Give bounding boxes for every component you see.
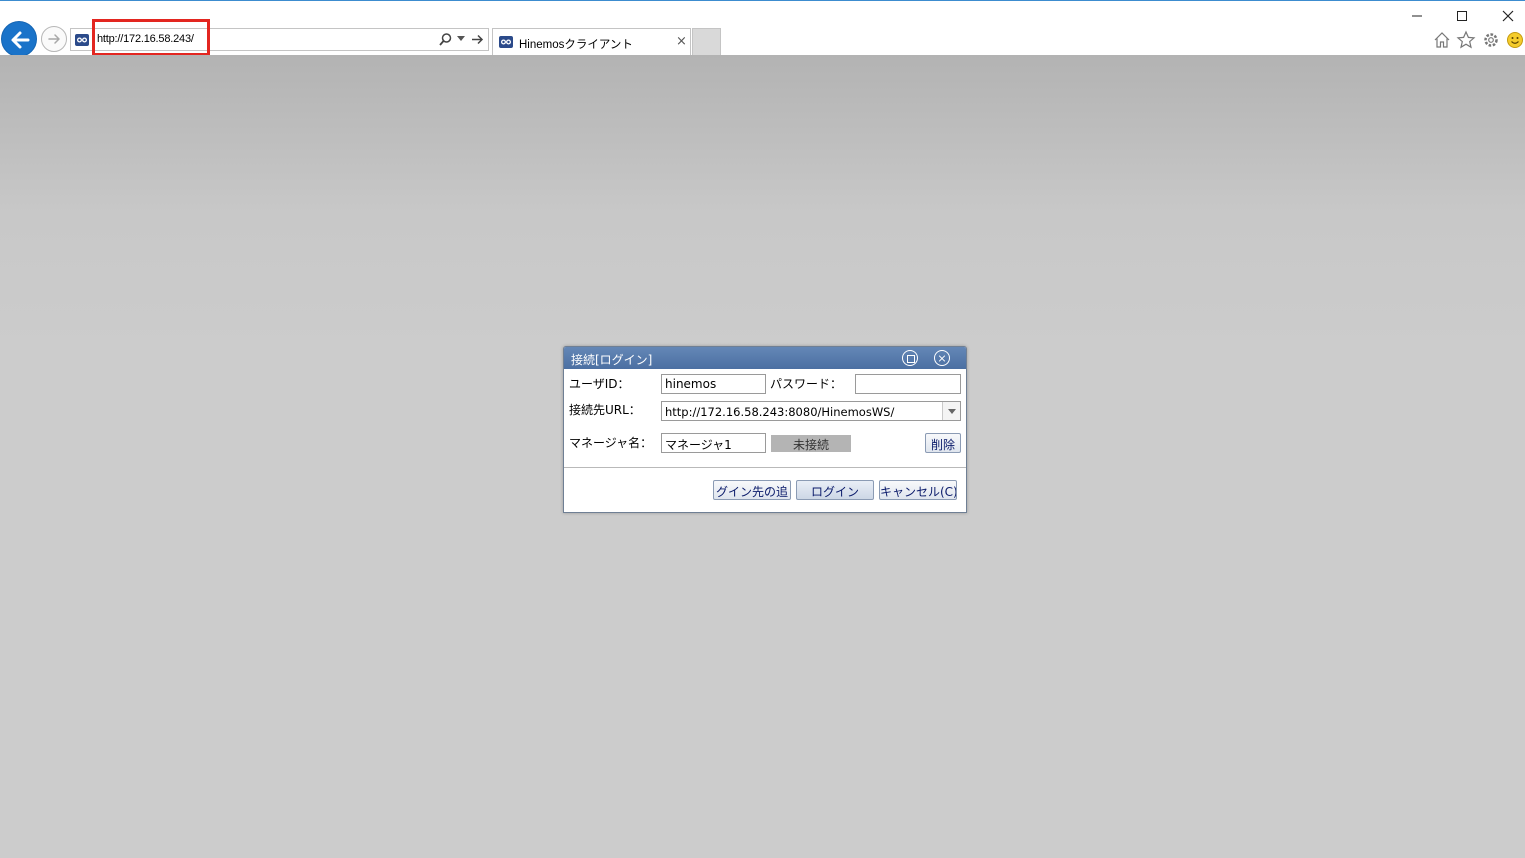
close-dialog-icon[interactable]	[934, 350, 950, 366]
arrow-left-icon	[11, 31, 30, 49]
star-icon[interactable]	[1456, 30, 1476, 50]
connection-status-badge: 未接続	[771, 435, 851, 452]
login-button[interactable]: ログイン	[796, 480, 874, 500]
new-tab-button[interactable]	[692, 28, 721, 55]
url-combobox[interactable]: http://172.16.58.243:8080/HinemosWS/	[661, 401, 961, 421]
maximize-dialog-icon[interactable]	[902, 350, 918, 366]
minimize-icon[interactable]	[1407, 7, 1427, 25]
home-icon[interactable]	[1432, 30, 1452, 50]
go-arrow-icon[interactable]	[470, 32, 485, 47]
password-label: パスワード：	[770, 377, 843, 391]
dialog-separator	[564, 467, 966, 468]
forward-button[interactable]	[41, 26, 67, 52]
address-url[interactable]: http://172.16.58.243/	[97, 33, 194, 45]
site-favicon-icon	[75, 34, 89, 46]
dialog-title-bar[interactable]: 接続[ログイン]	[564, 347, 966, 369]
tab-title: Hinemosクライアント	[519, 39, 633, 51]
manager-name-input[interactable]: マネージャ1	[661, 433, 766, 453]
maximize-icon[interactable]	[1452, 7, 1472, 25]
site-favicon-icon	[499, 36, 513, 48]
user-id-input[interactable]: hinemos	[661, 374, 766, 394]
close-icon[interactable]: ×	[676, 34, 687, 49]
back-button[interactable]	[1, 21, 37, 57]
login-dialog: 接続[ログイン] ユーザID： hinemos パスワード： 接続先URL： h…	[563, 346, 967, 513]
password-input[interactable]	[855, 374, 961, 394]
user-id-label: ユーザID：	[569, 377, 630, 391]
smiley-icon[interactable]	[1505, 30, 1525, 50]
add-login-target-button[interactable]: グイン先の追	[713, 480, 791, 500]
cancel-button[interactable]: キャンセル(C)	[879, 480, 957, 500]
url-value: http://172.16.58.243:8080/HinemosWS/	[665, 405, 895, 419]
manager-label: マネージャ名：	[569, 436, 653, 450]
search-icon[interactable]	[438, 32, 453, 47]
chevron-down-icon[interactable]	[942, 402, 960, 420]
address-bar[interactable]: http://172.16.58.243/	[70, 28, 489, 51]
delete-button[interactable]: 削除	[925, 433, 961, 453]
browser-chrome: http://172.16.58.243/ Hinemosクライアント ×	[0, 0, 1525, 57]
close-window-icon[interactable]	[1498, 7, 1518, 25]
dialog-title: 接続[ログイン]	[571, 353, 653, 367]
url-label: 接続先URL：	[569, 403, 641, 417]
browser-tab[interactable]: Hinemosクライアント ×	[492, 28, 691, 55]
arrow-right-icon	[48, 34, 60, 44]
gear-icon[interactable]	[1481, 30, 1501, 50]
chevron-down-icon[interactable]	[457, 36, 465, 42]
